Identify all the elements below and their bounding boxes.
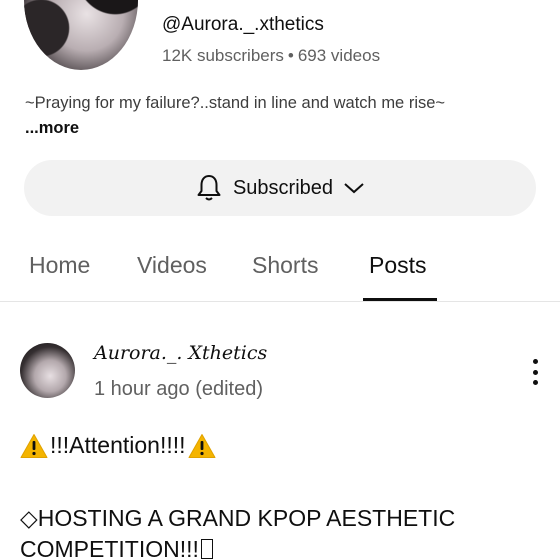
post-content: !!!Attention!!!! ◇HOSTING A GRAND KPOP A… <box>20 432 540 560</box>
post-author-avatar[interactable] <box>20 343 75 398</box>
announcement-text: HOSTING A GRAND KPOP AESTHETIC COMPETITI… <box>20 505 456 560</box>
more-link[interactable]: ...more <box>25 119 79 137</box>
tab-videos[interactable]: Videos <box>137 252 207 279</box>
channel-handle: @Aurora._.xthetics <box>162 14 324 35</box>
chevron-down-icon <box>343 181 365 195</box>
post-attention-line: !!!Attention!!!! <box>20 432 540 459</box>
subscriber-count: 12K subscribers <box>162 46 284 65</box>
stats-separator: • <box>287 46 294 65</box>
channel-stats: 12K subscribers • 693 videos <box>162 46 380 66</box>
post-announcement-line: ◇HOSTING A GRAND KPOP AESTHETIC COMPETIT… <box>20 503 540 560</box>
attention-text: !!!Attention!!!! <box>50 432 186 458</box>
video-count: 693 videos <box>297 46 381 65</box>
channel-avatar[interactable] <box>24 0 138 70</box>
diamond-symbol: ◇ <box>20 505 38 531</box>
tab-posts[interactable]: Posts <box>369 252 427 279</box>
warning-icon <box>20 433 48 459</box>
bell-icon <box>195 173 223 203</box>
post-author-name[interactable]: Aurora._. Xthetics <box>94 342 267 364</box>
channel-tabs: Home Videos Shorts Posts <box>0 238 560 302</box>
subscribed-label: Subscribed <box>232 176 334 199</box>
warning-icon <box>188 433 216 459</box>
tab-shorts[interactable]: Shorts <box>252 252 318 279</box>
subscribed-button[interactable]: Subscribed <box>24 160 536 216</box>
active-tab-indicator <box>363 298 437 301</box>
post-timestamp: 1 hour ago (edited) <box>94 378 264 400</box>
description-text: ~Praying for my failure?..stand in line … <box>25 94 446 112</box>
tab-home[interactable]: Home <box>29 252 90 279</box>
more-options-icon[interactable] <box>524 356 546 388</box>
missing-glyph-icon <box>200 539 213 559</box>
channel-description[interactable]: ~Praying for my failure?..stand in line … <box>25 91 485 141</box>
